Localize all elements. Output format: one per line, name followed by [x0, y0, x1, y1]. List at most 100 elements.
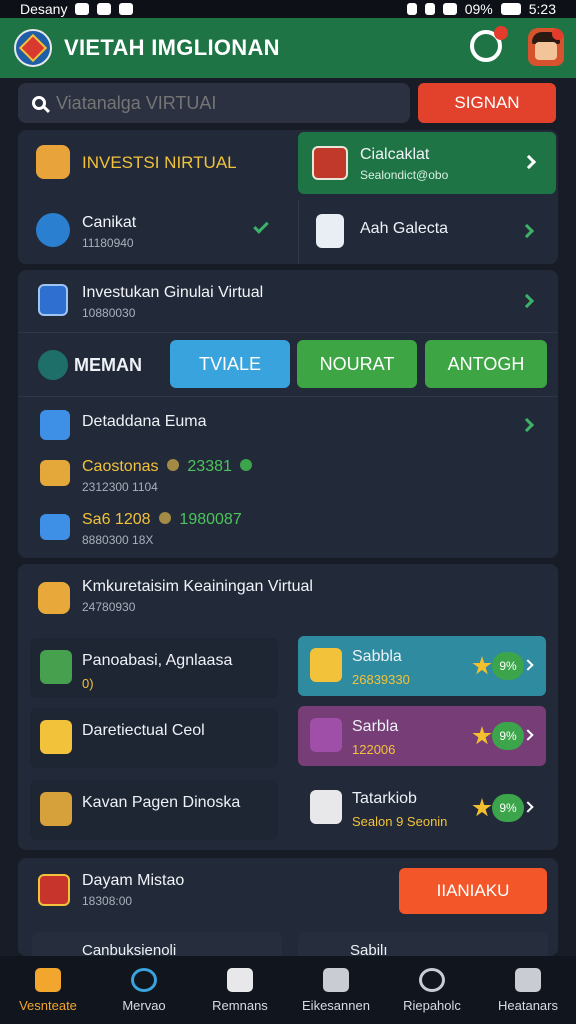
nav-item[interactable]: Vesnteate — [0, 956, 96, 1024]
section4-title[interactable]: Dayam Mistao — [82, 872, 184, 890]
tile-subtitle: 26839330 — [352, 672, 410, 687]
people-icon — [323, 967, 349, 992]
row2-title: Caostonas — [82, 458, 159, 475]
item2-title[interactable]: Canikat — [82, 214, 136, 232]
earning-tile[interactable]: Daretiectual Ceol — [30, 708, 278, 768]
search-icon — [32, 96, 46, 110]
sync-icon — [40, 410, 70, 440]
tile-subtitle: 122006 — [352, 742, 396, 757]
earning-tile[interactable]: Kavan Pagen Dinoska — [30, 780, 278, 840]
chevron-right-icon — [522, 729, 534, 741]
notification-icon — [97, 3, 112, 15]
reward-tile[interactable]: Sarbla 122006 9% — [298, 706, 546, 766]
action-button[interactable]: IIANIAKU — [399, 868, 547, 914]
section2-subtitle: 10880030 — [82, 306, 136, 320]
signal-icon — [442, 3, 457, 15]
chevron-right-icon — [522, 801, 534, 813]
nav-item[interactable]: Remnans — [192, 956, 288, 1024]
battery-icon — [500, 3, 521, 15]
filter-button[interactable]: TVIALE — [170, 340, 290, 388]
investment-label[interactable]: INVESTSI NIRTUAL — [82, 153, 237, 173]
tile-title: Panoabasi, Agnlaasa — [82, 652, 233, 669]
item-icon — [310, 790, 342, 824]
nav-label: Heatanars — [498, 997, 558, 1013]
app-header: VIETAH IMGLIONAN — [0, 18, 576, 78]
flag-icon — [38, 874, 70, 906]
document-icon — [316, 214, 344, 248]
virtual-investment-card: Investukan Ginulai Virtual 10880030 MEMA… — [18, 270, 558, 558]
search-icon — [419, 967, 445, 992]
row2-value: 23381 — [187, 458, 232, 475]
star-icon — [472, 798, 492, 817]
search-input[interactable] — [56, 92, 376, 114]
divider — [298, 200, 299, 264]
featured-title: Cialcaklat — [360, 146, 430, 163]
section4-subtitle: 18308:00 — [82, 894, 133, 908]
nav-item[interactable]: Heatanars — [480, 956, 576, 1024]
reward-tile[interactable]: Sabbla 26839330 9% — [298, 636, 546, 696]
battery-percent: 09% — [464, 1, 493, 17]
nav-label: Eikesannen — [302, 997, 370, 1013]
tile-title: Tatarkiob — [352, 790, 417, 807]
divider — [18, 396, 558, 397]
schedule-card: Dayam Mistao 18308:00 IIANIAKU Canbuksie… — [18, 858, 558, 962]
chat-icon[interactable] — [470, 26, 508, 62]
featured-card[interactable]: Cialcaklat Sealondict@obo — [298, 132, 556, 194]
percent-badge: 9% — [492, 794, 524, 822]
nav-item[interactable]: Eikesannen — [288, 956, 384, 1024]
app-title: VIETAH IMGLIONAN — [64, 35, 280, 60]
row3-title: Sa6 1208 — [82, 511, 151, 528]
nav-label: Vesnteate — [19, 997, 77, 1013]
bottom-nav: Vesnteate Mervao Remnans Eikesannen Riep… — [0, 956, 576, 1024]
tag-icon — [38, 582, 70, 614]
nav-label: Mervao — [122, 997, 166, 1013]
avatar[interactable] — [528, 28, 564, 66]
row3-subtitle: 8880300 18X — [82, 533, 154, 547]
star-icon — [472, 726, 492, 745]
reward-tile[interactable]: Tatarkiob Sealon 9 Seonin 9% — [298, 778, 546, 838]
earning-tile[interactable]: Panoabasi, Agnlaasa 0) — [30, 638, 278, 698]
chevron-right-icon — [522, 659, 534, 671]
nav-item[interactable]: Riepaholc — [384, 956, 480, 1024]
nav-item[interactable]: Mervao — [96, 956, 192, 1024]
notification-badge — [494, 26, 508, 40]
virtual-earnings-card: Kmkuretaisim Keainingan Virtual 24780930… — [18, 564, 558, 850]
item-icon — [310, 648, 342, 682]
coin-icon — [166, 459, 179, 471]
status-carrier: Desany — [20, 1, 68, 17]
menu-icon — [38, 350, 68, 380]
featured-subtitle: Sealondict@obo — [360, 168, 449, 182]
status-time: 5:23 — [528, 1, 556, 17]
filter-button[interactable]: NOURAT — [297, 340, 417, 388]
notification-badge — [552, 28, 564, 40]
app-logo-icon — [14, 29, 52, 67]
row2-subtitle: 2312300 1104 — [82, 480, 158, 494]
row3-value: 1980087 — [179, 511, 242, 528]
tile-title: Daretiectual Ceol — [82, 722, 205, 739]
coin-icon — [240, 459, 253, 471]
chevron-right-icon — [521, 154, 537, 170]
portrait-icon — [227, 967, 253, 992]
notification-icon — [75, 3, 90, 15]
tile-title: Kavan Pagen Dinoska — [82, 794, 241, 811]
tile-title: Sarbla — [352, 718, 399, 735]
vibrate-icon — [424, 3, 435, 15]
chart-icon — [312, 146, 348, 180]
filter-button[interactable]: ANTOGH — [425, 340, 547, 388]
nav-label: Riepaholc — [403, 997, 461, 1013]
section2-title[interactable]: Investukan Ginulai Virtual — [82, 284, 263, 302]
search-bar[interactable] — [18, 83, 410, 123]
investment-card: INVESTSI NIRTUAL Cialcaklat Sealondict@o… — [18, 130, 558, 264]
chevron-right-icon[interactable] — [519, 223, 535, 239]
settings-icon — [36, 213, 70, 247]
chevron-right-icon[interactable] — [519, 293, 535, 309]
bluetooth-icon — [406, 3, 417, 15]
section3-title[interactable]: Kmkuretaisim Keainingan Virtual — [82, 578, 313, 596]
chevron-right-icon[interactable] — [519, 417, 535, 433]
item3-title[interactable]: Aah Galecta — [360, 220, 448, 238]
gear-icon — [36, 145, 70, 179]
row1-title[interactable]: Detaddana Euma — [82, 413, 207, 431]
home-icon — [35, 967, 61, 992]
notification-icon — [119, 3, 134, 15]
signin-button[interactable]: SIGNAN — [418, 83, 556, 123]
